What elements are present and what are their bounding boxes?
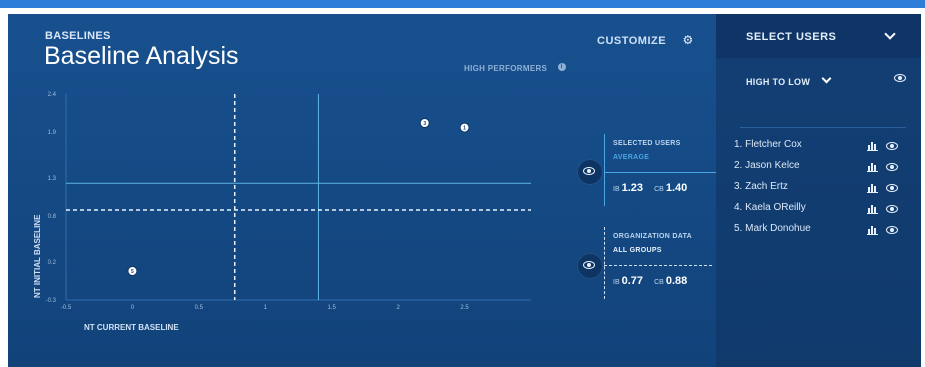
eye-icon[interactable] [886,226,898,234]
user-name: 4. Kaela OReilly [734,202,806,213]
selected-users-subtitle: AVERAGE [613,154,650,161]
x-tick-label: -0.5 [61,305,72,311]
sort-dropdown[interactable]: HIGH TO LOW [746,72,832,90]
y-axis-label: NT INITIAL BASELINE [33,214,42,298]
stat-divider [604,134,605,206]
chevron-down-icon [821,73,832,84]
organization-subtitle: ALL GROUPS [613,247,662,254]
users-divider [740,127,906,128]
bar-chart-icon[interactable] [867,141,878,151]
data-point-label: 3 [423,121,426,127]
show-all-eye-icon[interactable] [894,74,906,82]
y-tick-label: 2.4 [48,92,57,98]
selected-users-values: IB 1.23 CB 1.40 [613,182,687,194]
x-tick-label: 2 [396,305,400,311]
organization-values: IB 0.77 CB 0.88 [613,275,687,287]
data-point-label: 1 [463,126,466,132]
x-axis-label: NT CURRENT BASELINE [84,323,179,332]
gear-icon: ⚙ [682,33,694,47]
y-tick-label: 0.8 [48,214,57,220]
stat-divider [604,227,605,299]
eye-icon [583,261,595,269]
sort-label: HIGH TO LOW [746,77,811,87]
high-performers-label: HIGH PERFORMERS [464,64,548,73]
customize-label: CUSTOMIZE [597,35,667,47]
bar-chart-icon[interactable] [867,204,878,214]
bar-chart-icon[interactable] [867,183,878,193]
cb-value: 0.88 [665,275,688,287]
bar-chart-icon[interactable] [867,225,878,235]
y-tick-label: -0.3 [46,298,57,304]
select-users-label: SELECT USERS [746,31,837,43]
user-name: 1. Fletcher Cox [734,139,802,150]
high-performers-filter[interactable]: HIGH PERFORMERS i [464,58,566,76]
organization-title: ORGANIZATION DATA [613,233,692,240]
select-users-dropdown[interactable]: SELECT USERS [716,14,921,58]
ib-label: IB [613,279,620,286]
data-point-label: 5 [131,269,134,275]
window-top-bar [0,0,925,8]
bar-chart-icon[interactable] [867,162,878,172]
cb-label: CB [654,186,664,193]
stat-rule [604,265,712,266]
user-list-item[interactable]: 4. Kaela OReilly [734,202,904,218]
cb-value: 1.40 [665,182,688,194]
organization-toggle[interactable] [578,254,602,278]
y-tick-label: 1.9 [48,130,57,136]
x-tick-label: 0 [131,305,135,311]
info-icon: i [557,62,566,71]
selected-users-title: SELECTED USERS [613,140,681,147]
ib-label: IB [613,186,620,193]
eye-icon[interactable] [886,163,898,171]
selected-users-toggle[interactable] [578,160,602,184]
section-label: BASELINES [45,30,111,42]
user-name: 5. Mark Donohue [734,223,811,234]
eye-icon[interactable] [886,142,898,150]
ib-value: 0.77 [621,275,644,287]
customize-button[interactable]: CUSTOMIZE ⚙ [597,31,693,49]
select-users-panel: SELECT USERS HIGH TO LOW 1. Fletcher Cox… [716,14,921,367]
scatter-chart: 2.4 1.9 1.3 0.8 0.2 -0.3 -0.5 0 0.5 1 1.5 2 2.5 NT CU… [33,92,531,332]
eye-icon[interactable] [886,205,898,213]
page-title: Baseline Analysis [44,42,239,70]
eye-icon[interactable] [886,184,898,192]
chevron-down-icon [884,28,896,40]
y-tick-label: 1.3 [48,176,57,182]
eye-icon [583,167,595,175]
cb-label: CB [654,279,664,286]
ib-value: 1.23 [621,182,644,194]
x-tick-label: 1.5 [328,305,337,311]
user-list-item[interactable]: 5. Mark Donohue [734,223,904,239]
x-tick-label: 0.5 [195,305,204,311]
user-list-item[interactable]: 3. Zach Ertz [734,181,904,197]
user-list-item[interactable]: 1. Fletcher Cox [734,139,904,155]
user-name: 2. Jason Kelce [734,160,800,171]
y-tick-label: 0.2 [48,260,57,266]
selected-users-stats: SELECTED USERS AVERAGE IB 1.23 CB 1.40 [604,134,716,206]
dashboard-panel: BASELINES Baseline Analysis HIGH PERFORM… [8,14,921,367]
x-tick-label: 2.5 [460,305,469,311]
organization-stats: ORGANIZATION DATA ALL GROUPS IB 0.77 CB 0.… [604,227,716,299]
stat-rule [604,172,716,173]
user-list-item[interactable]: 2. Jason Kelce [734,160,904,176]
user-name: 3. Zach Ertz [734,181,788,192]
x-tick-label: 1 [264,305,268,311]
